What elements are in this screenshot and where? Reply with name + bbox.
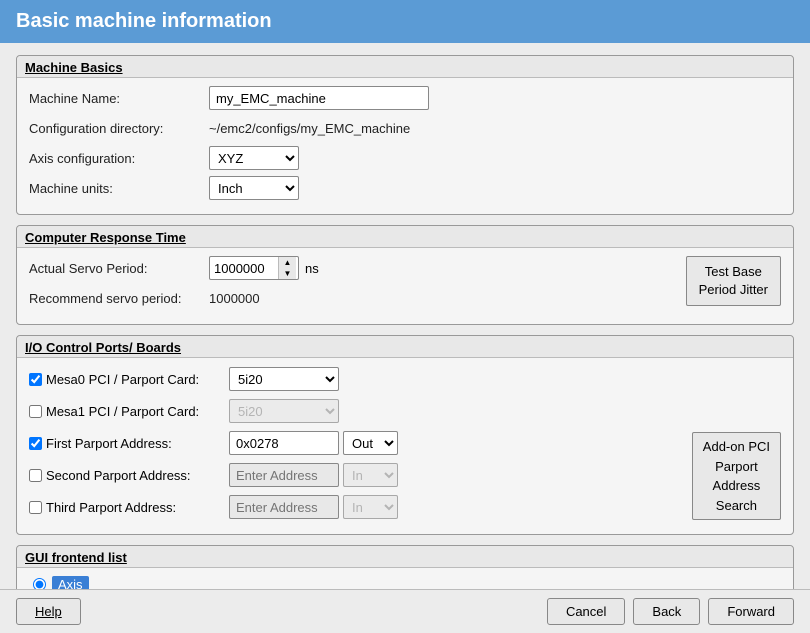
- crt-right: Test BasePeriod Jitter: [686, 256, 781, 306]
- axis-config-select[interactable]: XYZ XY XYZA XYZB XYZC: [209, 146, 299, 170]
- second-parport-checkbox[interactable]: [29, 469, 42, 482]
- servo-unit: ns: [305, 261, 319, 276]
- gui-frontend-section: GUI frontend list Axis TKemc Mini Touchy: [16, 545, 794, 589]
- back-label: Back: [652, 604, 681, 619]
- machine-units-select[interactable]: Inch mm: [209, 176, 299, 200]
- actual-servo-label: Actual Servo Period:: [29, 261, 209, 276]
- axis-config-label: Axis configuration:: [29, 151, 209, 166]
- machine-units-label: Machine units:: [29, 181, 209, 196]
- first-parport-input[interactable]: [229, 431, 339, 455]
- third-parport-input[interactable]: [229, 495, 339, 519]
- recommend-servo-value: 1000000: [209, 291, 260, 306]
- third-parport-label: Third Parport Address:: [46, 500, 176, 515]
- computer-response-title: Computer Response Time: [17, 226, 793, 248]
- addon-btn-container: Add-on PCIParportAddressSearch: [682, 430, 781, 520]
- machine-name-label: Machine Name:: [29, 91, 209, 106]
- crt-left: Actual Servo Period: ▲ ▼ ns Recommend se…: [29, 256, 678, 316]
- parport-rows-container: First Parport Address: Out In: [29, 430, 781, 526]
- first-parport-checkbox[interactable]: [29, 437, 42, 450]
- computer-response-body: Actual Servo Period: ▲ ▼ ns Recommend se…: [17, 248, 793, 324]
- addon-pci-parport-button[interactable]: Add-on PCIParportAddressSearch: [692, 432, 781, 520]
- recommend-servo-row: Recommend servo period: 1000000: [29, 286, 678, 310]
- gui-axis-radio[interactable]: [33, 578, 46, 589]
- servo-period-input[interactable]: [210, 257, 278, 279]
- machine-basics-section: Machine Basics Machine Name: Configurati…: [16, 55, 794, 215]
- parport-rows: First Parport Address: Out In: [29, 430, 672, 526]
- second-parport-dir-select[interactable]: In Out: [343, 463, 398, 487]
- actual-servo-row: Actual Servo Period: ▲ ▼ ns: [29, 256, 678, 280]
- title-bar: Basic machine information: [0, 0, 810, 43]
- content-area: Machine Basics Machine Name: Configurati…: [0, 43, 810, 589]
- second-parport-row: Second Parport Address: In Out: [29, 462, 672, 488]
- mesa1-label-container: Mesa1 PCI / Parport Card:: [29, 404, 229, 419]
- test-base-period-button[interactable]: Test BasePeriod Jitter: [686, 256, 781, 306]
- second-parport-label-container: Second Parport Address:: [29, 468, 229, 483]
- computer-response-section: Computer Response Time Actual Servo Peri…: [16, 225, 794, 325]
- cancel-button[interactable]: Cancel: [547, 598, 625, 625]
- machine-name-input[interactable]: [209, 86, 429, 110]
- axis-config-row: Axis configuration: XYZ XY XYZA XYZB XYZ…: [29, 146, 781, 170]
- mesa1-checkbox[interactable]: [29, 405, 42, 418]
- mesa0-label: Mesa0 PCI / Parport Card:: [46, 372, 199, 387]
- spinbox-arrows: ▲ ▼: [278, 257, 296, 279]
- mesa1-label: Mesa1 PCI / Parport Card:: [46, 404, 199, 419]
- third-parport-dir-select[interactable]: In Out: [343, 495, 398, 519]
- third-parport-label-container: Third Parport Address:: [29, 500, 229, 515]
- machine-name-row: Machine Name:: [29, 86, 781, 110]
- gui-axis-label: Axis: [52, 576, 89, 589]
- forward-button[interactable]: Forward: [708, 598, 794, 625]
- window-title: Basic machine information: [16, 10, 272, 32]
- mesa0-label-container: Mesa0 PCI / Parport Card:: [29, 372, 229, 387]
- back-button[interactable]: Back: [633, 598, 700, 625]
- mesa0-select[interactable]: 5i20 5i22 7i43: [229, 367, 339, 391]
- gui-axis-row: Axis: [33, 576, 777, 589]
- machine-units-row: Machine units: Inch mm: [29, 176, 781, 200]
- help-button[interactable]: Help: [16, 598, 81, 625]
- recommend-servo-label: Recommend servo period:: [29, 291, 209, 306]
- io-control-section: I/O Control Ports/ Boards Mesa0 PCI / Pa…: [16, 335, 794, 535]
- second-parport-input[interactable]: [229, 463, 339, 487]
- mesa0-row: Mesa0 PCI / Parport Card: 5i20 5i22 7i43: [29, 366, 781, 392]
- cancel-label: Cancel: [566, 604, 606, 619]
- config-dir-label: Configuration directory:: [29, 121, 209, 136]
- machine-basics-body: Machine Name: Configuration directory: ~…: [17, 78, 793, 214]
- io-control-title: I/O Control Ports/ Boards: [17, 336, 793, 358]
- gui-frontend-title: GUI frontend list: [17, 546, 793, 568]
- machine-basics-title: Machine Basics: [17, 56, 793, 78]
- forward-label: Forward: [727, 604, 775, 619]
- second-parport-label: Second Parport Address:: [46, 468, 191, 483]
- gui-frontend-body: Axis TKemc Mini Touchy: [17, 568, 793, 589]
- config-dir-value: ~/emc2/configs/my_EMC_machine: [209, 121, 410, 136]
- help-label: Help: [35, 604, 62, 619]
- config-dir-row: Configuration directory: ~/emc2/configs/…: [29, 116, 781, 140]
- bottom-bar: Help Cancel Back Forward: [0, 589, 810, 633]
- spinbox-up-button[interactable]: ▲: [279, 257, 296, 268]
- third-parport-row: Third Parport Address: In Out: [29, 494, 672, 520]
- main-window: Basic machine information Machine Basics…: [0, 0, 810, 633]
- first-parport-dir-select[interactable]: Out In: [343, 431, 398, 455]
- spinbox-down-button[interactable]: ▼: [279, 268, 296, 279]
- first-parport-label-container: First Parport Address:: [29, 436, 229, 451]
- io-control-body: Mesa0 PCI / Parport Card: 5i20 5i22 7i43…: [17, 358, 793, 534]
- bottom-left: Help: [16, 598, 81, 625]
- mesa1-row: Mesa1 PCI / Parport Card: 5i20 5i22 7i43: [29, 398, 781, 424]
- bottom-right: Cancel Back Forward: [547, 598, 794, 625]
- mesa0-checkbox[interactable]: [29, 373, 42, 386]
- servo-period-spinbox: ▲ ▼: [209, 256, 299, 280]
- first-parport-row: First Parport Address: Out In: [29, 430, 672, 456]
- first-parport-label: First Parport Address:: [46, 436, 172, 451]
- third-parport-checkbox[interactable]: [29, 501, 42, 514]
- mesa1-select[interactable]: 5i20 5i22 7i43: [229, 399, 339, 423]
